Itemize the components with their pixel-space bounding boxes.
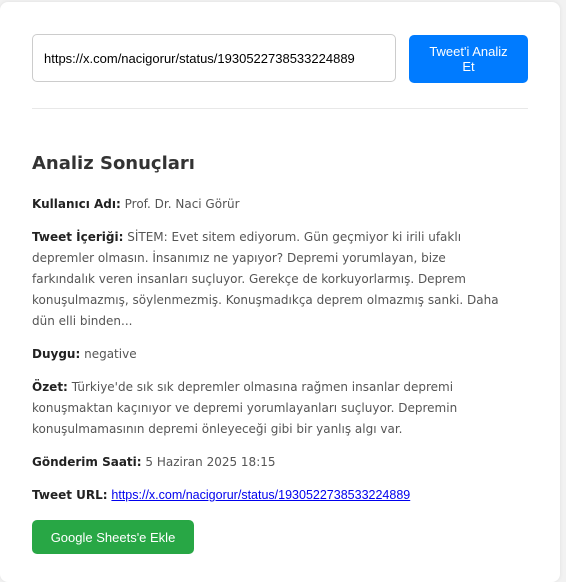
tweet-url-link[interactable]: https://x.com/nacigorur/status/193052273… [111,488,410,502]
username-field: Kullanıcı Adı: Prof. Dr. Naci Görür [32,194,512,215]
tweet-url-label: Tweet URL: [32,488,108,502]
tweet-url-input[interactable] [32,34,396,82]
analyze-tweet-button[interactable]: Tweet'i Analiz Et [409,35,528,83]
sent-time-value: 5 Haziran 2025 18:15 [145,455,276,469]
summary-label: Özet: [32,380,68,394]
summary-value: Türkiye'de sık sık depremler olmasına ra… [32,380,458,436]
analyze-form: Tweet'i Analiz Et [32,34,528,84]
tweet-url-field: Tweet URL: https://x.com/nacigorur/statu… [32,485,512,506]
results-section: Analiz Sonuçları Kullanıcı Adı: Prof. Dr… [32,152,512,554]
summary-field: Özet: Türkiye'de sık sık depremler olmas… [32,377,512,440]
divider [32,108,528,109]
sentiment-field: Duygu: negative [32,344,512,365]
sentiment-label: Duygu: [32,347,81,361]
tweet-content-field: Tweet İçeriği: SİTEM: Evet sitem ediyoru… [32,227,512,332]
tweet-content-label: Tweet İçeriği: [32,230,124,244]
add-to-google-sheets-button[interactable]: Google Sheets'e Ekle [32,520,194,554]
username-label: Kullanıcı Adı: [32,197,121,211]
username-value: Prof. Dr. Naci Görür [124,197,240,211]
main-card: Tweet'i Analiz Et Analiz Sonuçları Kulla… [0,2,560,582]
results-title: Analiz Sonuçları [32,153,195,174]
sent-time-field: Gönderim Saati: 5 Haziran 2025 18:15 [32,452,512,473]
sent-time-label: Gönderim Saati: [32,455,142,469]
sentiment-value: negative [84,347,137,361]
tweet-content-value: SİTEM: Evet sitem ediyorum. Gün geçmiyor… [32,230,499,328]
